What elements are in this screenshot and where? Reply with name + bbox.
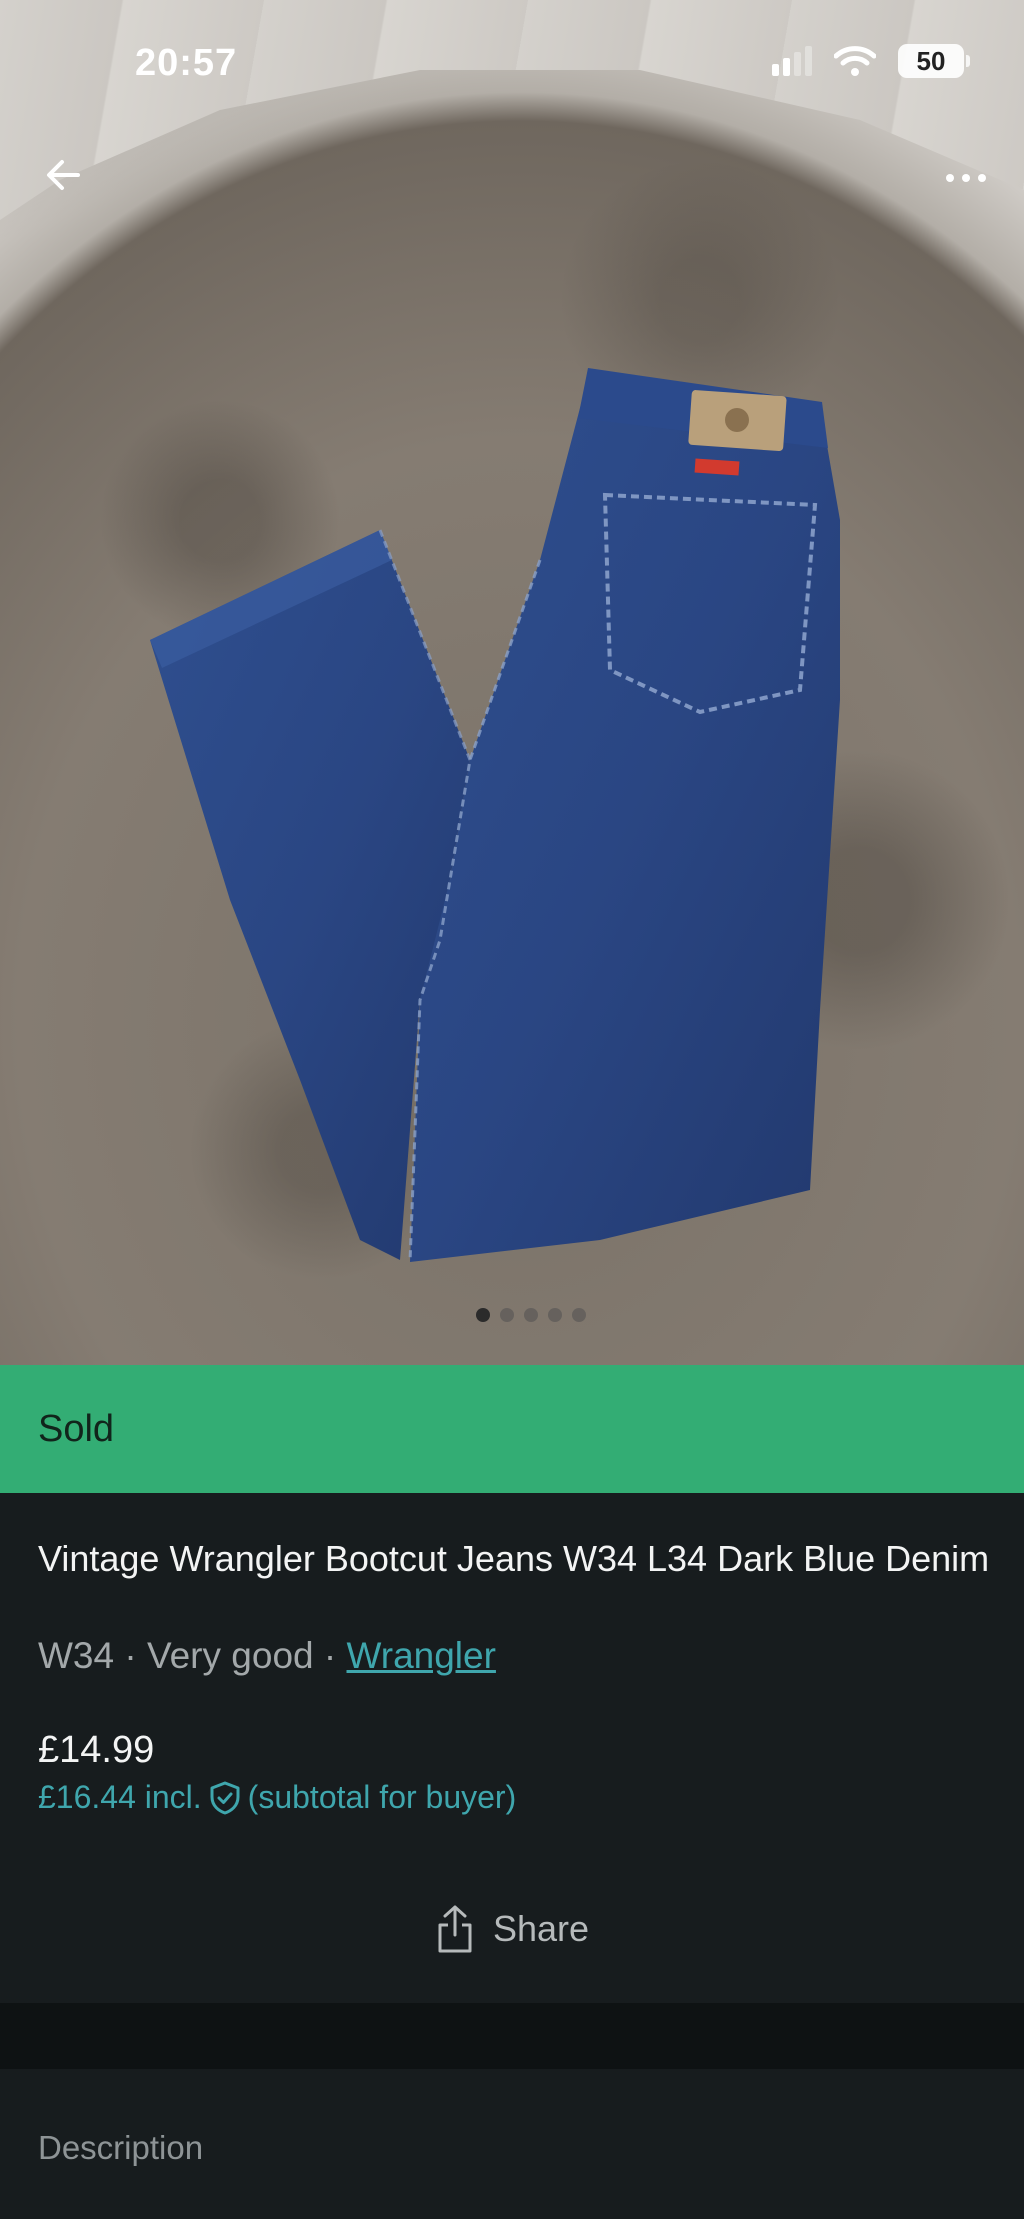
more-options-icon[interactable]: [946, 174, 986, 182]
description-section: Description: [0, 2069, 1024, 2219]
status-time: 20:57: [135, 42, 238, 84]
share-button[interactable]: Share: [0, 1893, 1024, 1965]
shield-check-icon: [210, 1781, 240, 1814]
status-icons: 50: [772, 44, 970, 78]
signal-icon: [772, 46, 812, 76]
jeans-image: [150, 368, 840, 1263]
subtotal-note: (subtotal for buyer): [247, 1779, 517, 1815]
item-size: W34: [38, 1635, 115, 1676]
item-meta: W34 · Very good · Wrangler: [38, 1635, 496, 1677]
share-icon: [438, 1905, 472, 1953]
share-label: Share: [492, 1908, 590, 1949]
sold-banner: Sold: [0, 1365, 1024, 1493]
gallery-pagination: [476, 1308, 586, 1322]
meta-separator: ·: [323, 1635, 337, 1676]
section-divider: [0, 2003, 1024, 2069]
pagination-dot: [572, 1308, 586, 1322]
item-price: £14.99: [38, 1729, 155, 1771]
back-arrow-icon[interactable]: [40, 150, 90, 200]
item-info: Vintage Wrangler Bootcut Jeans W34 L34 D…: [0, 1493, 1024, 2003]
item-condition: Very good: [146, 1635, 314, 1676]
pagination-dot: [500, 1308, 514, 1322]
battery-icon: 50: [898, 44, 970, 78]
buyer-price[interactable]: £16.44 incl. (subtotal for buyer): [38, 1779, 516, 1816]
brand-link[interactable]: Wrangler: [347, 1635, 496, 1676]
description-label: Description: [38, 2129, 204, 2166]
item-title: Vintage Wrangler Bootcut Jeans W34 L34 D…: [38, 1538, 990, 1579]
wifi-icon: [834, 46, 876, 76]
sold-label: Sold: [38, 1407, 115, 1450]
pagination-dot: [524, 1308, 538, 1322]
pagination-dot: [548, 1308, 562, 1322]
meta-separator: ·: [124, 1635, 137, 1676]
pagination-dot: [476, 1308, 490, 1322]
price-incl-text: £16.44 incl.: [38, 1779, 202, 1815]
item-photo[interactable]: 20:57 50: [0, 0, 1024, 1365]
